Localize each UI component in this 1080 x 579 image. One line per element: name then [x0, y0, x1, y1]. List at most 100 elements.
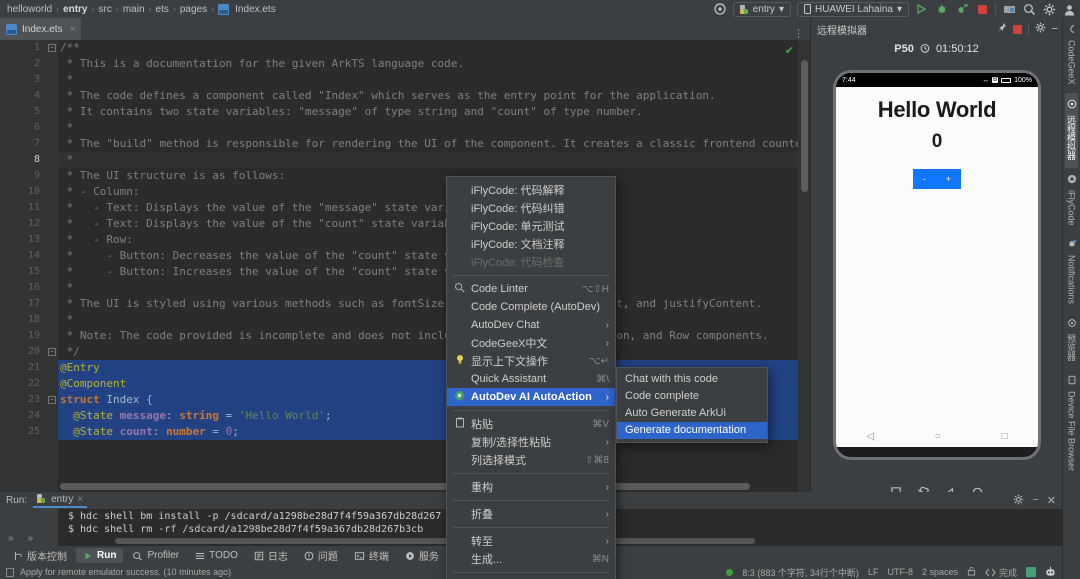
phone-app-screen[interactable]: Hello World 0 - +: [836, 87, 1038, 425]
chip-icon[interactable]: [1026, 567, 1036, 577]
minimize-icon[interactable]: −: [1052, 23, 1058, 35]
menu-item-codegeex[interactable]: CodeGeeX中文 ›: [447, 334, 615, 352]
code-line[interactable]: * - Text: Displays the value of the "cou…: [58, 216, 798, 232]
close-icon[interactable]: ×: [77, 494, 83, 505]
gear-icon[interactable]: [1042, 2, 1056, 16]
gear-icon[interactable]: [1035, 22, 1046, 36]
code-line[interactable]: *: [58, 280, 798, 296]
menu-item-iflycode[interactable]: iFlyCode: 代码检查: [447, 253, 615, 271]
right-tool-emulator[interactable]: 远程模拟器: [1065, 92, 1078, 168]
code-line[interactable]: * The "build" method is responsible for …: [58, 136, 809, 152]
run-console-scrollbar[interactable]: [115, 538, 755, 544]
account-icon[interactable]: [1062, 2, 1076, 16]
fold-toggle[interactable]: −: [48, 396, 56, 404]
expand-icon[interactable]: »: [8, 533, 14, 544]
code-line[interactable]: * - Row:: [58, 232, 798, 248]
indent-setting[interactable]: 2 spaces: [922, 567, 958, 577]
line-separator[interactable]: LF: [868, 567, 879, 577]
code-line[interactable]: *: [58, 120, 798, 136]
breadcrumb-item-helloworld[interactable]: helloworld: [4, 4, 55, 15]
minimize-icon[interactable]: −: [1032, 494, 1038, 508]
submenu-item-code-complete[interactable]: Code complete: [617, 388, 767, 405]
submenu-item-chat-with-this-code[interactable]: Chat with this code: [617, 371, 767, 388]
code-line[interactable]: *: [58, 312, 798, 328]
menu-item-autodev-chat[interactable]: AutoDev Chat ›: [447, 316, 615, 334]
bottom-tool-problems[interactable]: 问题: [297, 546, 345, 565]
previewer-icon[interactable]: [1002, 2, 1016, 16]
code-line[interactable]: *: [58, 72, 798, 88]
stop-icon[interactable]: [1012, 24, 1022, 34]
menu-item-quick-assistant[interactable]: Quick Assistant ⌘\: [447, 370, 615, 388]
menu-item-[interactable]: 列选择模式 ⇧⌘8: [447, 451, 615, 469]
right-tool-bell[interactable]: Notifications: [1067, 233, 1077, 312]
debug-icon[interactable]: [935, 2, 949, 16]
status-message[interactable]: Apply for remote emulator success. (10 m…: [20, 567, 231, 577]
editor-tab-index-ets[interactable]: Index.ets ×: [0, 18, 82, 40]
run-icon[interactable]: [915, 2, 929, 16]
bot-icon[interactable]: [1045, 566, 1056, 579]
increase-button[interactable]: +: [946, 174, 951, 184]
file-encoding[interactable]: UTF-8: [887, 567, 913, 577]
bottom-tool-todo[interactable]: TODO: [188, 548, 245, 563]
code-line[interactable]: * - Button: Increases the value of the "…: [58, 264, 798, 280]
phone-frame[interactable]: 7:44 ↔ B 100% Hello World 0 - + ◁ ○ □: [833, 70, 1041, 460]
bottom-tool-branch[interactable]: 版本控制: [6, 546, 74, 565]
menu-item-[interactable]: 复制/选择性粘贴 ›: [447, 433, 615, 451]
autodev-submenu[interactable]: Chat with this code Code complete Auto Gen…: [616, 367, 768, 443]
stop-icon[interactable]: [975, 2, 989, 16]
breadcrumb-item-pages[interactable]: pages: [177, 4, 210, 15]
code-line[interactable]: * The UI structure is as follows:: [58, 168, 798, 184]
menu-item-iflycode[interactable]: iFlyCode: 代码纠错: [447, 199, 615, 217]
menu-item-code-linter[interactable]: Code Linter ⌥⇧H: [447, 280, 615, 298]
right-tool-previewer[interactable]: 预览器: [1065, 312, 1078, 369]
fold-toggle[interactable]: −: [48, 348, 56, 356]
menu-item-iflycode[interactable]: iFlyCode: 文档注释: [447, 235, 615, 253]
breadcrumb-item-index-ets[interactable]: Index.ets: [232, 4, 279, 15]
run-configuration-selector[interactable]: entry ▾: [732, 1, 791, 17]
device-selector[interactable]: HUAWEI Lahaina ▾: [796, 1, 909, 17]
right-tool-device-file[interactable]: Device File Browser: [1067, 369, 1077, 479]
menu-item-iflycode[interactable]: iFlyCode: 代码解释: [447, 181, 615, 199]
menu-item-iflycode[interactable]: iFlyCode: 单元测试: [447, 217, 615, 235]
breadcrumb-item-main[interactable]: main: [120, 4, 148, 15]
editor-horizontal-scrollbar[interactable]: [60, 483, 750, 490]
breadcrumb-item-src[interactable]: src: [95, 4, 114, 15]
code-line[interactable]: * This is a documentation for the given …: [58, 56, 798, 72]
menu-item-[interactable]: 转至 ›: [447, 532, 615, 550]
breadcrumb-item-ets[interactable]: ets: [153, 4, 172, 15]
bottom-tool-profiler[interactable]: Profiler: [125, 548, 186, 563]
code-line[interactable]: /**: [58, 40, 798, 56]
breadcrumb-item-entry[interactable]: entry: [60, 4, 90, 15]
fold-toggle[interactable]: −: [48, 44, 56, 52]
menu-item-code-complete-autodev[interactable]: Code Complete (AutoDev): [447, 298, 615, 316]
menu-item-[interactable]: 显示上下文操作 ⌥↵: [447, 352, 615, 370]
code-line[interactable]: * - Column:: [58, 184, 798, 200]
inspection-icon[interactable]: 完成: [985, 566, 1017, 579]
phone-home-icon[interactable]: ○: [935, 431, 941, 442]
submenu-item-auto-generate-arkui[interactable]: Auto Generate ArkUi: [617, 405, 767, 422]
phone-back-icon[interactable]: ◁: [866, 431, 874, 442]
attach-debug-icon[interactable]: [955, 2, 969, 16]
code-line[interactable]: *: [58, 152, 798, 168]
fold-gutter[interactable]: − − −: [46, 40, 58, 492]
bottom-tool-log[interactable]: 日志: [247, 546, 295, 565]
gear-icon[interactable]: [1013, 494, 1024, 508]
right-tool-iflycode[interactable]: iFlyCode: [1067, 168, 1077, 234]
close-icon[interactable]: ×: [70, 24, 76, 35]
submenu-item-generate-documentation[interactable]: Generate documentation: [617, 422, 767, 439]
phone-recents-icon[interactable]: □: [1002, 431, 1008, 442]
caret-position[interactable]: 8:3 (883 个字符, 34行个中断): [742, 566, 859, 579]
editor-options-icon[interactable]: ⋮: [793, 27, 810, 40]
code-line[interactable]: * Note: The code provided is incomplete …: [58, 328, 798, 344]
bottom-tool-run[interactable]: Run: [76, 548, 124, 563]
editor-vertical-scrollbar[interactable]: [801, 60, 808, 192]
code-line[interactable]: * The code defines a component called "I…: [58, 88, 798, 104]
menu-item-[interactable]: 折叠 ›: [447, 505, 615, 523]
bottom-tool-terminal[interactable]: 终端: [347, 546, 396, 565]
run-tab-entry[interactable]: entry ×: [33, 494, 88, 508]
bottom-tool-services[interactable]: 服务: [398, 546, 446, 565]
expand-icon[interactable]: »: [28, 533, 34, 544]
close-icon[interactable]: ✕: [1047, 494, 1056, 508]
right-tool-codegeex[interactable]: CodeGeeX: [1067, 18, 1077, 93]
code-line[interactable]: * - Button: Decreases the value of the "…: [58, 248, 798, 264]
